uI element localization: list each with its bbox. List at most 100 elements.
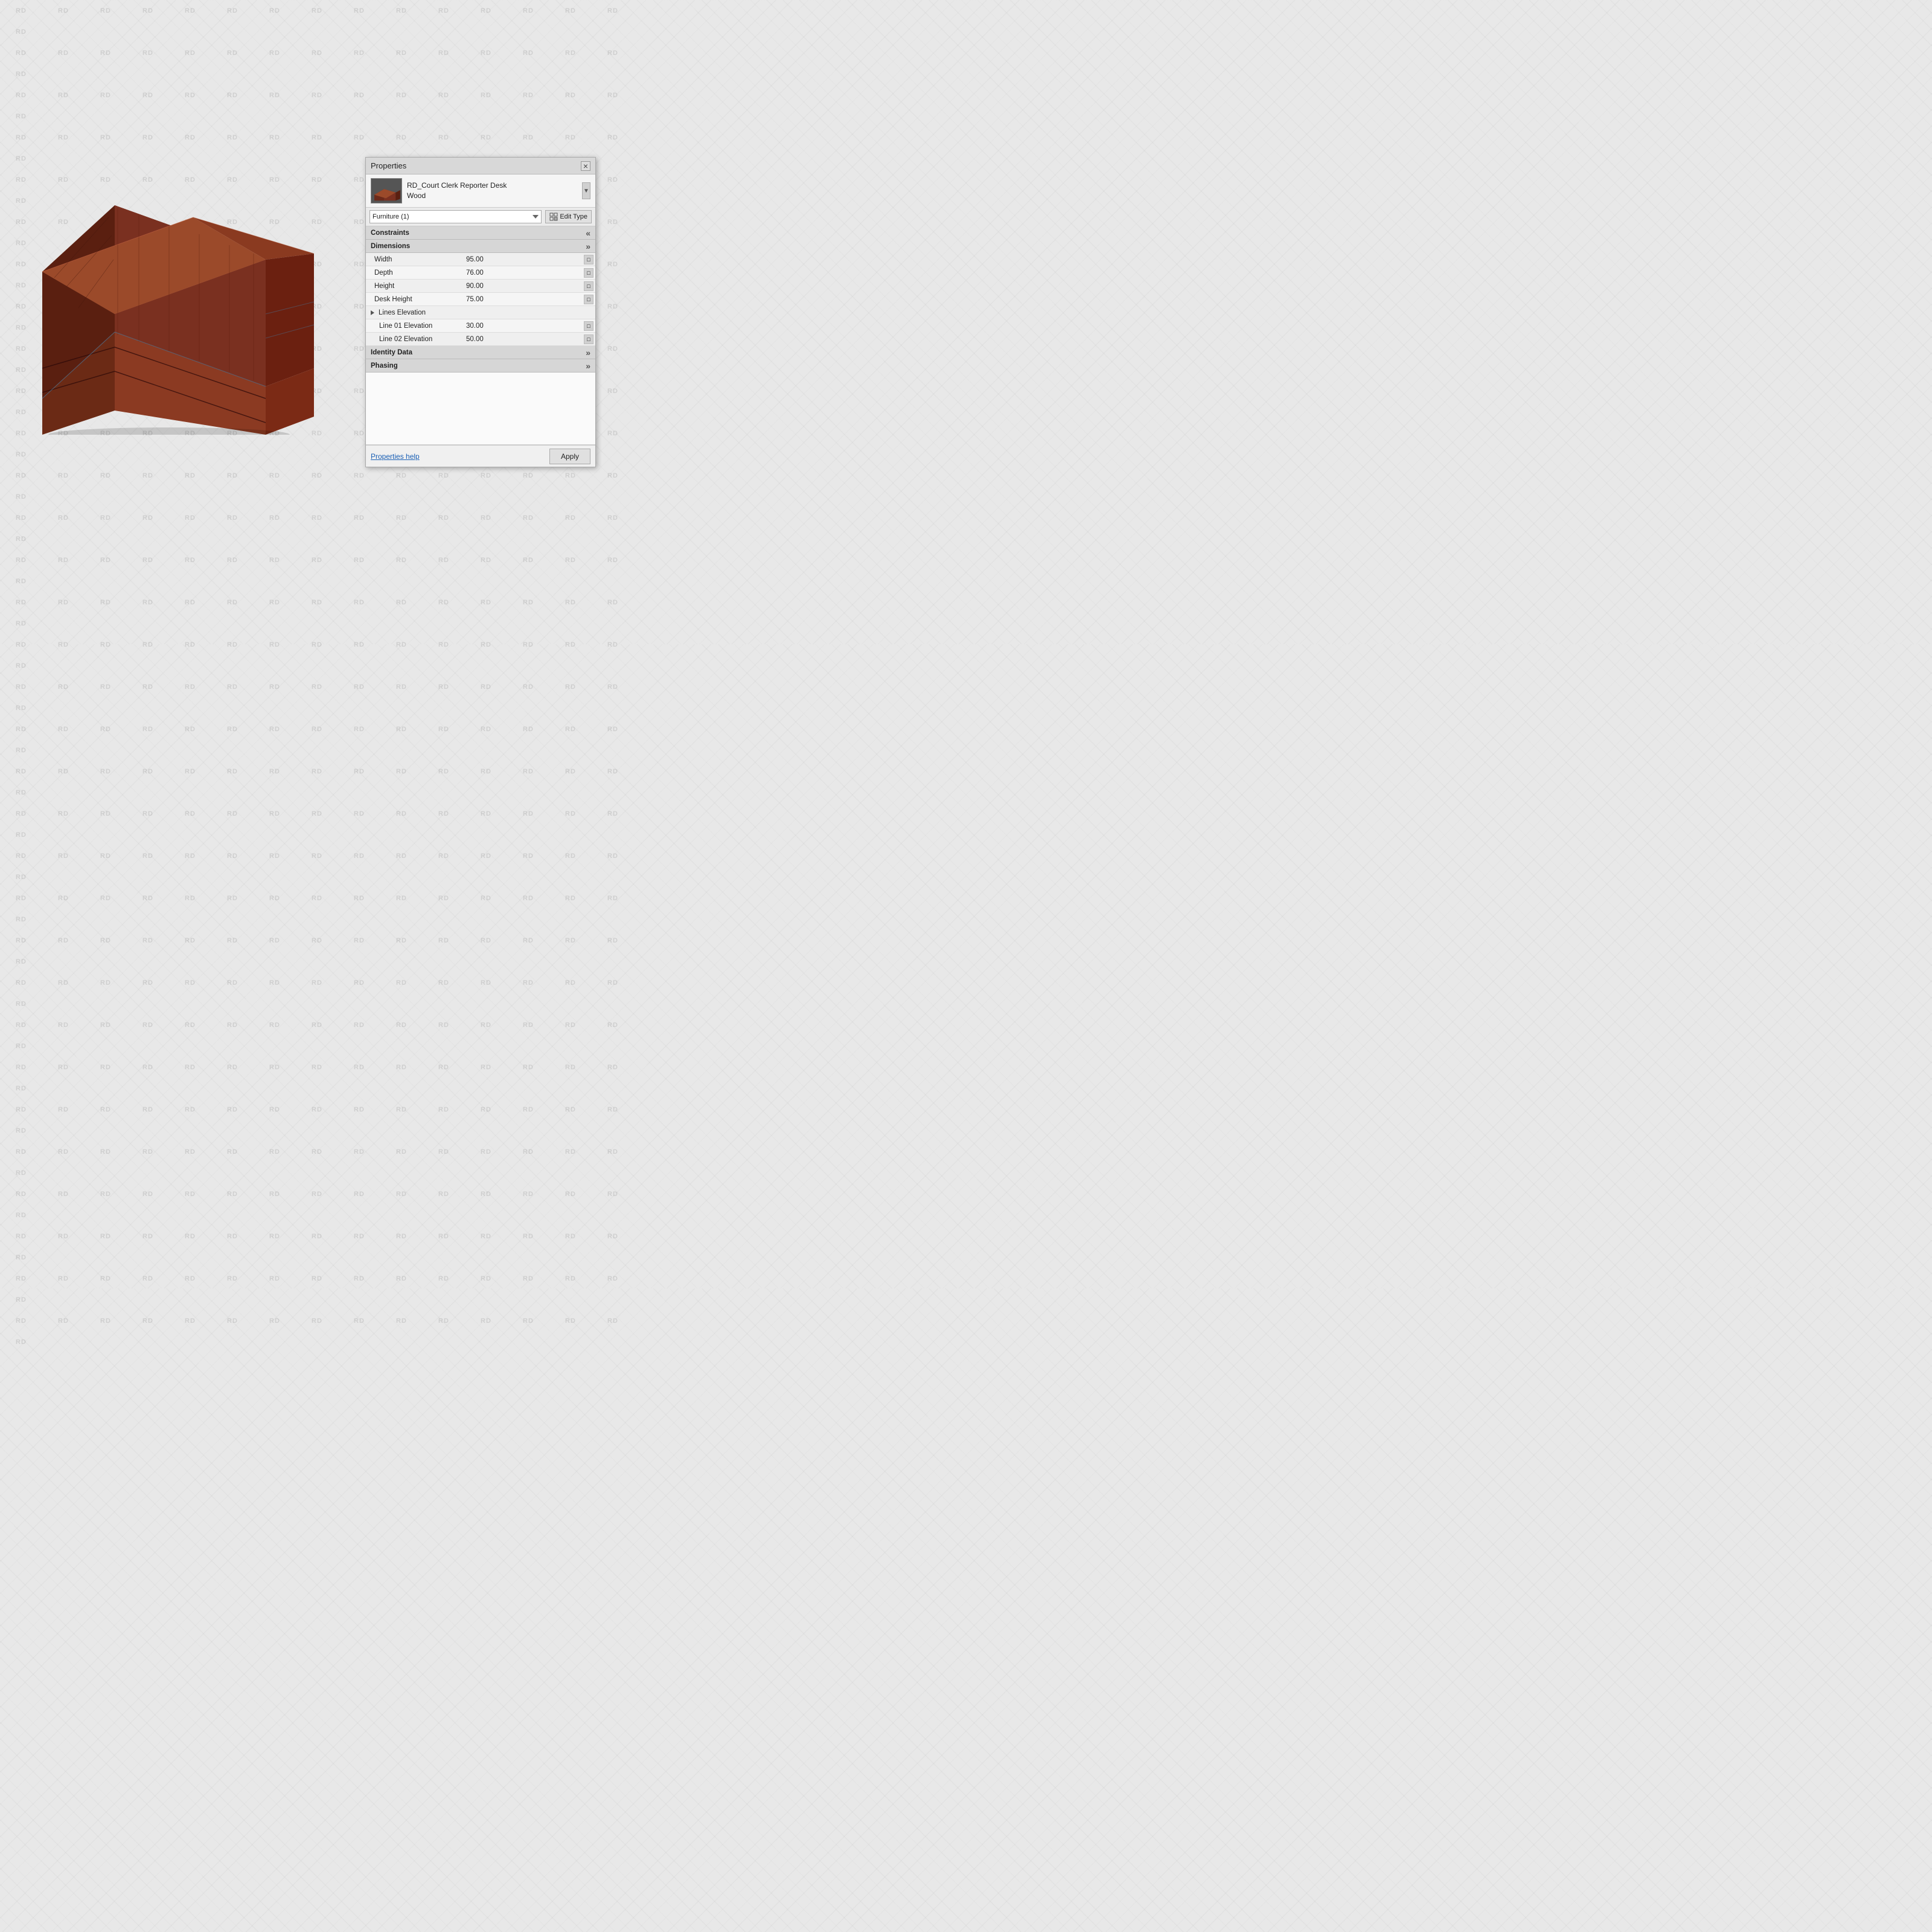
watermark-cell: RD (211, 1183, 254, 1204)
identity-data-toggle[interactable]: » (586, 348, 590, 357)
watermark-cell: RD (423, 127, 465, 148)
watermark-cell: RD (507, 972, 549, 993)
watermark-cell: RD (423, 507, 465, 528)
watermark-cell: RD (0, 1099, 42, 1120)
watermark-cell: RD (380, 42, 423, 63)
watermark-cell: RD (42, 465, 85, 486)
depth-btn[interactable]: □ (584, 268, 593, 278)
watermark-cell: RD (0, 676, 42, 697)
height-btn[interactable]: □ (584, 281, 593, 291)
width-value: 95.00 (462, 256, 584, 263)
watermark-cell: RD (296, 634, 338, 655)
watermark-cell: RD (507, 549, 549, 571)
watermark-cell: RD (0, 1310, 42, 1331)
watermark-cell: RD (169, 1226, 211, 1247)
watermark-cell: RD (254, 1057, 296, 1078)
watermark-cell: RD (42, 592, 85, 613)
furniture-dropdown[interactable]: Furniture (1) (369, 210, 542, 223)
watermark-cell: RD (42, 1099, 85, 1120)
watermark-cell: RD (465, 888, 507, 909)
watermark-cell: RD (0, 1162, 42, 1183)
desk-height-btn[interactable]: □ (584, 295, 593, 304)
watermark-cell: RD (169, 85, 211, 106)
watermark-cell: RD (0, 1120, 42, 1141)
watermark-cell: RD (507, 85, 549, 106)
watermark-cell: RD (507, 803, 549, 824)
watermark-cell: RD (0, 1226, 42, 1247)
watermark-cell: RD (0, 866, 42, 888)
watermark-cell: RD (42, 127, 85, 148)
watermark-cell: RD (592, 718, 634, 740)
dimensions-section-header[interactable]: Dimensions » (366, 240, 595, 253)
watermark-cell: RD (127, 888, 169, 909)
watermark-cell: RD (465, 1014, 507, 1035)
watermark-cell: RD (549, 1183, 592, 1204)
watermark-cell: RD (423, 930, 465, 951)
dimensions-toggle[interactable]: » (586, 242, 590, 251)
line02-btn[interactable]: □ (584, 334, 593, 344)
watermark-cell: RD (169, 0, 211, 21)
line01-btn[interactable]: □ (584, 321, 593, 331)
watermark-cell: RD (169, 127, 211, 148)
watermark-cell: RD (338, 1141, 380, 1162)
watermark-cell: RD (507, 592, 549, 613)
watermark-cell: RD (211, 127, 254, 148)
watermark-cell: RD (254, 845, 296, 866)
watermark-cell: RD (0, 993, 42, 1014)
watermark-cell: RD (592, 211, 634, 232)
watermark-cell: RD (0, 972, 42, 993)
watermark-cell: RD (338, 1057, 380, 1078)
line01-label: Line 01 Elevation (366, 322, 462, 330)
watermark-cell: RD (592, 254, 634, 275)
constraints-section-header[interactable]: Constraints « (366, 226, 595, 240)
watermark-cell: RD (423, 1268, 465, 1289)
watermark-cell: RD (85, 507, 127, 528)
apply-button[interactable]: Apply (549, 449, 590, 464)
watermark-cell: RD (85, 1310, 127, 1331)
watermark-cell: RD (296, 888, 338, 909)
watermark-cell: RD (254, 803, 296, 824)
watermark-cell: RD (465, 761, 507, 782)
watermark-cell: RD (42, 85, 85, 106)
phasing-toggle[interactable]: » (586, 361, 590, 371)
watermark-cell: RD (507, 465, 549, 486)
watermark-cell: RD (592, 1014, 634, 1035)
panel-title: Properties (371, 161, 406, 170)
watermark-cell: RD (380, 1057, 423, 1078)
watermark-cell: RD (296, 930, 338, 951)
watermark-cell: RD (42, 42, 85, 63)
watermark-cell: RD (0, 507, 42, 528)
watermark-cell: RD (549, 803, 592, 824)
watermark-cell: RD (0, 127, 42, 148)
identity-data-section-header[interactable]: Identity Data » (366, 346, 595, 359)
watermark-cell: RD (592, 338, 634, 359)
watermark-cell: RD (296, 0, 338, 21)
watermark-cell: RD (338, 676, 380, 697)
watermark-cell: RD (254, 676, 296, 697)
watermark-cell: RD (465, 1268, 507, 1289)
watermark-cell: RD (169, 676, 211, 697)
watermark-cell: RD (465, 972, 507, 993)
watermark-cell: RD (254, 1099, 296, 1120)
panel-scroll-button[interactable]: ▼ (582, 182, 590, 199)
watermark-cell: RD (380, 761, 423, 782)
watermark-cell: RD (549, 1014, 592, 1035)
watermark-cell: RD (549, 1057, 592, 1078)
watermark-cell: RD (338, 592, 380, 613)
watermark-cell: RD (85, 592, 127, 613)
constraints-toggle[interactable]: « (586, 228, 590, 238)
edit-type-button[interactable]: Edit Type (545, 210, 592, 223)
height-label: Height (366, 283, 462, 290)
phasing-section-header[interactable]: Phasing » (366, 359, 595, 373)
width-label: Width (366, 256, 462, 263)
width-btn[interactable]: □ (584, 255, 593, 264)
watermark-cell: RD (465, 0, 507, 21)
watermark-cell: RD (254, 1226, 296, 1247)
properties-help-link[interactable]: Properties help (371, 452, 420, 461)
watermark-cell: RD (465, 845, 507, 866)
panel-close-button[interactable]: × (581, 161, 590, 171)
watermark-cell: RD (0, 85, 42, 106)
watermark-cell: RD (169, 592, 211, 613)
watermark-cell: RD (423, 549, 465, 571)
watermark-cell: RD (211, 1057, 254, 1078)
